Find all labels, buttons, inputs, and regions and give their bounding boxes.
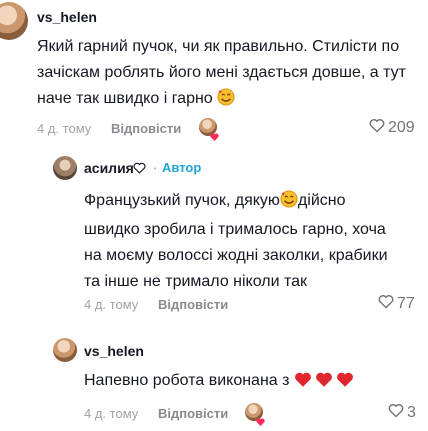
comment-text: Напевно робота виконана з [84, 368, 424, 394]
heart-outline-icon [369, 118, 385, 138]
heart-outline-icon [133, 161, 146, 179]
comment-timestamp: 4 д. тому [37, 121, 92, 136]
comment-text-line: та інше не тримало ніколи так [84, 273, 308, 290]
smiling-face-with-hearts-icon [280, 190, 298, 217]
comment-timestamp: 4 д. тому [84, 406, 139, 421]
heart-outline-icon [378, 294, 394, 314]
comment-text-line: Який гарний пучок, чи як правильно. Стил… [37, 38, 400, 55]
reply-button[interactable]: Відповісти [158, 297, 228, 312]
comment-text-line: зачіскам роблять його мені здається довш… [37, 64, 406, 81]
like-button[interactable]: 77 [378, 294, 415, 314]
red-heart-icon [294, 371, 354, 388]
author-badge: Автор [162, 160, 202, 175]
creator-liked-heart-icon [256, 413, 265, 431]
comment-text-line: на моєму волоссі жодні заколки, крабики [84, 247, 388, 264]
creator-liked-heart-icon [210, 128, 219, 141]
like-button[interactable]: 209 [369, 118, 415, 138]
reply-button[interactable]: Відповісти [111, 121, 181, 136]
comment-timestamp: 4 д. тому [84, 297, 139, 312]
separator-dot: · [153, 160, 158, 175]
comment-text-line: Французький пучок, дякую дійсно [84, 188, 424, 217]
comment-username[interactable]: асилия [84, 160, 134, 176]
smiling-face-with-hearts-icon [217, 88, 235, 115]
avatar-asyliya[interactable] [53, 156, 77, 180]
comment-text-line: швидко зробила і трималось гарно, хоча [84, 221, 386, 238]
reply-button[interactable]: Відповісти [158, 406, 228, 421]
like-count: 3 [407, 404, 416, 421]
comment-text-line: наче так швидко і гарно [37, 86, 422, 115]
avatar-vs-helen[interactable] [0, 2, 28, 40]
like-count: 209 [388, 119, 415, 136]
avatar-vs-helen[interactable] [53, 338, 77, 362]
heart-outline-icon [388, 403, 404, 423]
comment-text: Який гарний пучок, чи як правильно. Стил… [37, 34, 422, 115]
comment-username[interactable]: vs_helen [84, 343, 144, 359]
like-count: 77 [397, 295, 415, 312]
comment-text: Французький пучок, дякую дійсно швидко зр… [84, 188, 424, 295]
like-button[interactable]: 3 [388, 403, 416, 423]
comment-username[interactable]: vs_helen [37, 9, 97, 25]
